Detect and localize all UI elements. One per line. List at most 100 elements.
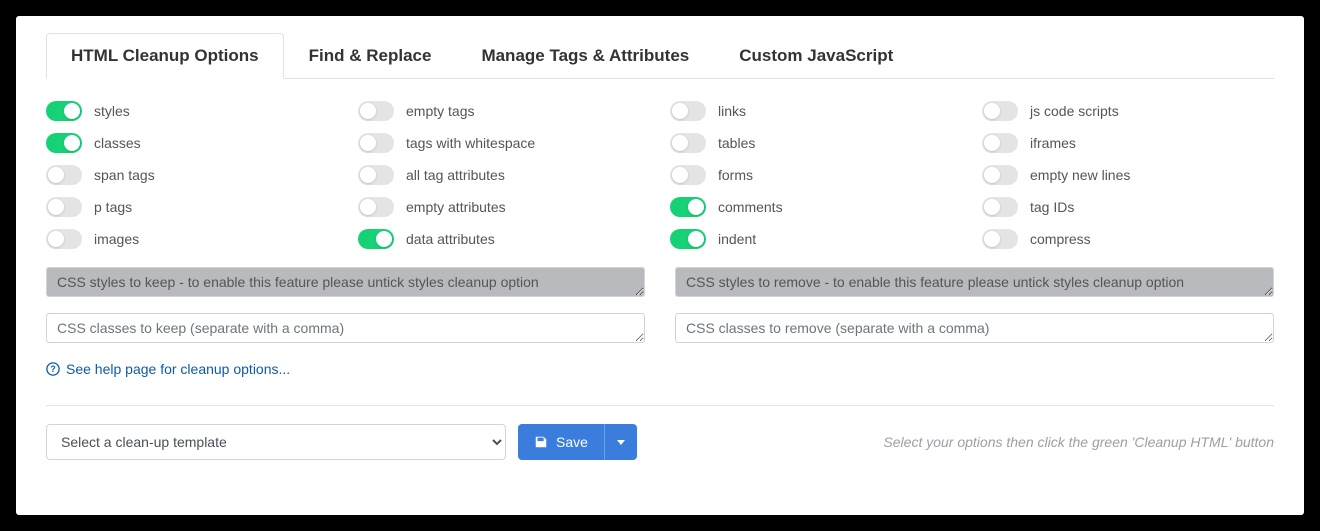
toggle-knob <box>984 135 1000 151</box>
toggle-switch[interactable] <box>358 133 394 153</box>
save-button-group: Save <box>518 424 637 460</box>
toggle-label: empty new lines <box>1030 167 1130 183</box>
toggle-switch[interactable] <box>358 229 394 249</box>
toggle-label: indent <box>718 231 756 247</box>
toggle-label: compress <box>1030 231 1091 247</box>
toggle-row: tags with whitespace <box>358 133 650 153</box>
toggle-switch[interactable] <box>982 165 1018 185</box>
toggle-row: styles <box>46 101 338 121</box>
toggle-row: p tags <box>46 197 338 217</box>
toggle-col-1: styles classes span tags p tags images <box>46 101 338 249</box>
toggle-switch[interactable] <box>46 101 82 121</box>
toggle-knob <box>48 167 64 183</box>
toggle-switch[interactable] <box>982 133 1018 153</box>
toggle-label: p tags <box>94 199 132 215</box>
toggle-label: all tag attributes <box>406 167 505 183</box>
toggle-label: forms <box>718 167 753 183</box>
toggle-knob <box>984 167 1000 183</box>
styles-textarea-row <box>46 267 1274 297</box>
toggle-label: iframes <box>1030 135 1076 151</box>
toggle-row: span tags <box>46 165 338 185</box>
toggle-row: iframes <box>982 133 1274 153</box>
toggle-knob <box>688 231 704 247</box>
toggle-row: empty tags <box>358 101 650 121</box>
toggle-knob <box>64 135 80 151</box>
toggle-label: tags with whitespace <box>406 135 535 151</box>
toggle-label: images <box>94 231 139 247</box>
toggle-switch[interactable] <box>46 229 82 249</box>
tabs: HTML Cleanup Options Find & Replace Mana… <box>46 32 1274 79</box>
toggle-row: all tag attributes <box>358 165 650 185</box>
toggle-knob <box>672 135 688 151</box>
toggle-label: links <box>718 103 746 119</box>
help-link-text: See help page for cleanup options... <box>66 361 290 377</box>
toggle-switch[interactable] <box>358 165 394 185</box>
toggle-switch[interactable] <box>46 133 82 153</box>
toggle-row: data attributes <box>358 229 650 249</box>
question-circle-icon: ? <box>46 362 60 376</box>
tab-manage-tags[interactable]: Manage Tags & Attributes <box>456 33 714 79</box>
toggle-row: comments <box>670 197 962 217</box>
template-select[interactable]: Select a clean-up template <box>46 424 506 460</box>
toggle-label: tables <box>718 135 755 151</box>
toggle-label: tag IDs <box>1030 199 1074 215</box>
svg-text:?: ? <box>50 364 55 374</box>
toggle-knob <box>64 103 80 119</box>
toggle-label: data attributes <box>406 231 495 247</box>
toggle-grid: styles classes span tags p tags images empty… <box>46 79 1274 267</box>
toggle-switch[interactable] <box>982 229 1018 249</box>
toggle-knob <box>48 199 64 215</box>
help-link[interactable]: ? See help page for cleanup options... <box>46 361 290 377</box>
toggle-row: tag IDs <box>982 197 1274 217</box>
tab-find-replace[interactable]: Find & Replace <box>284 33 457 79</box>
toggle-label: styles <box>94 103 130 119</box>
toggle-switch[interactable] <box>670 165 706 185</box>
toggle-label: span tags <box>94 167 155 183</box>
toggle-row: empty new lines <box>982 165 1274 185</box>
toggle-col-3: links tables forms comments indent <box>670 101 962 249</box>
toggle-col-2: empty tags tags with whitespace all tag at… <box>358 101 650 249</box>
toggle-knob <box>360 167 376 183</box>
toggle-knob <box>984 103 1000 119</box>
options-panel: HTML Cleanup Options Find & Replace Mana… <box>16 16 1304 515</box>
toggle-row: forms <box>670 165 962 185</box>
save-button-label: Save <box>556 434 588 450</box>
toggle-switch[interactable] <box>670 197 706 217</box>
toggle-knob <box>688 199 704 215</box>
toggle-row: js code scripts <box>982 101 1274 121</box>
toggle-knob <box>48 231 64 247</box>
toggle-row: images <box>46 229 338 249</box>
toggle-knob <box>360 135 376 151</box>
toggle-label: comments <box>718 199 783 215</box>
css-classes-keep-textarea[interactable] <box>46 313 645 343</box>
toggle-switch[interactable] <box>358 197 394 217</box>
toggle-row: classes <box>46 133 338 153</box>
css-styles-remove-textarea <box>675 267 1274 297</box>
card: HTML Cleanup Options Find & Replace Mana… <box>46 32 1274 460</box>
toggle-knob <box>984 199 1000 215</box>
tab-html-cleanup[interactable]: HTML Cleanup Options <box>46 33 284 79</box>
toggle-switch[interactable] <box>982 101 1018 121</box>
save-button[interactable]: Save <box>518 424 604 460</box>
divider <box>46 405 1274 406</box>
toggle-row: indent <box>670 229 962 249</box>
toggle-label: js code scripts <box>1030 103 1119 119</box>
toggle-switch[interactable] <box>46 197 82 217</box>
toggle-label: empty attributes <box>406 199 506 215</box>
toggle-row: compress <box>982 229 1274 249</box>
caret-down-icon <box>617 440 625 445</box>
toggle-knob <box>360 103 376 119</box>
css-classes-remove-textarea[interactable] <box>675 313 1274 343</box>
toggle-switch[interactable] <box>670 101 706 121</box>
save-dropdown-button[interactable] <box>604 424 637 460</box>
tab-custom-js[interactable]: Custom JavaScript <box>714 33 918 79</box>
toggle-row: tables <box>670 133 962 153</box>
toggle-switch[interactable] <box>358 101 394 121</box>
toggle-col-4: js code scripts iframes empty new lines tag… <box>982 101 1274 249</box>
toggle-knob <box>360 199 376 215</box>
toggle-switch[interactable] <box>670 229 706 249</box>
toggle-switch[interactable] <box>46 165 82 185</box>
toggle-switch[interactable] <box>982 197 1018 217</box>
toggle-label: classes <box>94 135 141 151</box>
toggle-switch[interactable] <box>670 133 706 153</box>
